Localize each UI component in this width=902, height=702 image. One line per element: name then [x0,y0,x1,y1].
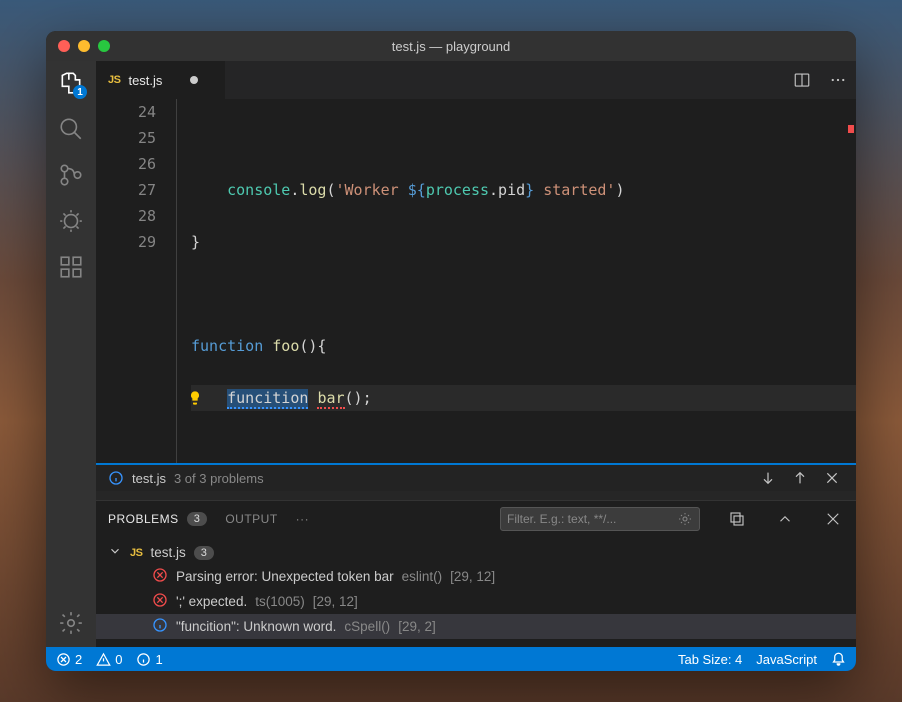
panel-close-icon[interactable] [822,510,844,528]
more-actions-icon[interactable] [820,61,856,99]
info-icon [152,617,168,636]
bottom-panel: PROBLEMS 3 OUTPUT ··· Filter. E.g.: text… [96,500,856,647]
titlebar: test.js — playground [46,31,856,61]
vscode-window: test.js — playground 1 [46,31,856,671]
collapse-all-icon[interactable] [726,510,748,528]
problems-list: JS test.js 3 Parsing error: Unexpected t… [96,537,856,647]
status-language[interactable]: JavaScript [756,652,817,667]
filter-settings-icon[interactable] [677,511,693,527]
explorer-badge: 1 [73,85,87,99]
activity-bar: 1 [46,61,96,647]
problem-row[interactable]: "funcition": Unknown word. cSpell() [29,… [96,614,856,639]
status-bar: 2 0 1 Tab Size: 4 JavaScript [46,647,856,671]
chevron-up-icon[interactable] [774,510,796,528]
tab-output[interactable]: OUTPUT [225,512,277,526]
code-line[interactable]: function foo(){ [191,333,856,359]
source-control-icon[interactable] [57,161,85,189]
js-icon: JS [108,74,120,86]
problem-location: [29, 12] [450,569,495,584]
minimize-icon[interactable] [78,40,90,52]
peek-prev-icon[interactable] [788,470,812,486]
tab-problems[interactable]: PROBLEMS 3 [108,512,207,526]
code-line[interactable] [191,125,856,151]
split-editor-icon[interactable] [784,61,820,99]
error-icon [152,567,168,586]
file-problem-count: 3 [194,546,214,560]
chevron-down-icon [108,544,122,561]
editor-main: JS test.js 24 25 26 [96,61,856,647]
problem-source: ts(1005) [255,594,305,609]
explorer-icon[interactable]: 1 [57,69,85,97]
status-errors[interactable]: 2 [56,652,82,667]
tab-testjs[interactable]: JS test.js [96,61,226,99]
code-content[interactable]: console.log('Worker ${process.pid} start… [176,99,856,463]
problem-file: test.js [150,545,185,560]
close-icon[interactable] [58,40,70,52]
window-body: 1 JS [46,61,856,647]
problem-file-row[interactable]: JS test.js 3 [96,541,856,564]
lightbulb-icon[interactable] [187,388,203,414]
problem-source: eslint() [402,569,443,584]
maximize-icon[interactable] [98,40,110,52]
code-line[interactable]: funcition bar(); [191,385,856,411]
problem-row[interactable]: Parsing error: Unexpected token bar esli… [96,564,856,589]
problem-peek: test.js 3 of 3 problems "funcition": Unk… [96,463,856,500]
peek-header: test.js 3 of 3 problems [96,465,856,491]
status-warnings[interactable]: 0 [96,652,122,667]
window-title: test.js — playground [392,39,511,54]
panel-tabs: PROBLEMS 3 OUTPUT ··· Filter. E.g.: text… [96,501,856,537]
debug-icon[interactable] [57,207,85,235]
search-icon[interactable] [57,115,85,143]
peek-close-icon[interactable] [820,470,844,486]
peek-file: test.js [132,471,166,486]
status-info[interactable]: 1 [136,652,162,667]
code-line[interactable] [191,281,856,307]
problem-message: "funcition": Unknown word. [176,619,336,634]
code-editor[interactable]: 24 25 26 27 28 29 console.log('Worker ${… [96,99,856,500]
problem-row[interactable]: ';' expected. ts(1005) [29, 12] [96,589,856,614]
filter-placeholder: Filter. E.g.: text, **/... [507,512,671,526]
bell-icon[interactable] [831,652,846,667]
extensions-icon[interactable] [57,253,85,281]
gear-icon[interactable] [57,609,85,637]
problem-message: Parsing error: Unexpected token bar [176,569,394,584]
tab-label: test.js [128,73,162,88]
status-tabsize[interactable]: Tab Size: 4 [678,652,742,667]
js-icon: JS [130,547,142,559]
peek-summary: 3 of 3 problems [174,471,264,486]
code-line[interactable]: } [191,229,856,255]
problem-message: ';' expected. [176,594,247,609]
peek-body: "funcition": Unknown word. cSpell [96,491,856,500]
minimap-error-marker[interactable] [848,125,854,133]
peek-next-icon[interactable] [756,470,780,486]
problem-location: [29, 12] [313,594,358,609]
info-icon [108,470,124,486]
error-icon [152,592,168,611]
tab-row: JS test.js [96,61,856,99]
line-gutter: 24 25 26 27 28 29 [96,99,176,463]
filter-input[interactable]: Filter. E.g.: text, **/... [500,507,700,531]
traffic-lights [58,40,110,52]
dirty-indicator-icon [190,76,198,84]
code-line[interactable]: console.log('Worker ${process.pid} start… [191,177,856,203]
problems-count-badge: 3 [187,512,208,526]
problem-source: cSpell() [344,619,390,634]
problem-location: [29, 2] [398,619,436,634]
panel-overflow-icon[interactable]: ··· [296,512,310,526]
